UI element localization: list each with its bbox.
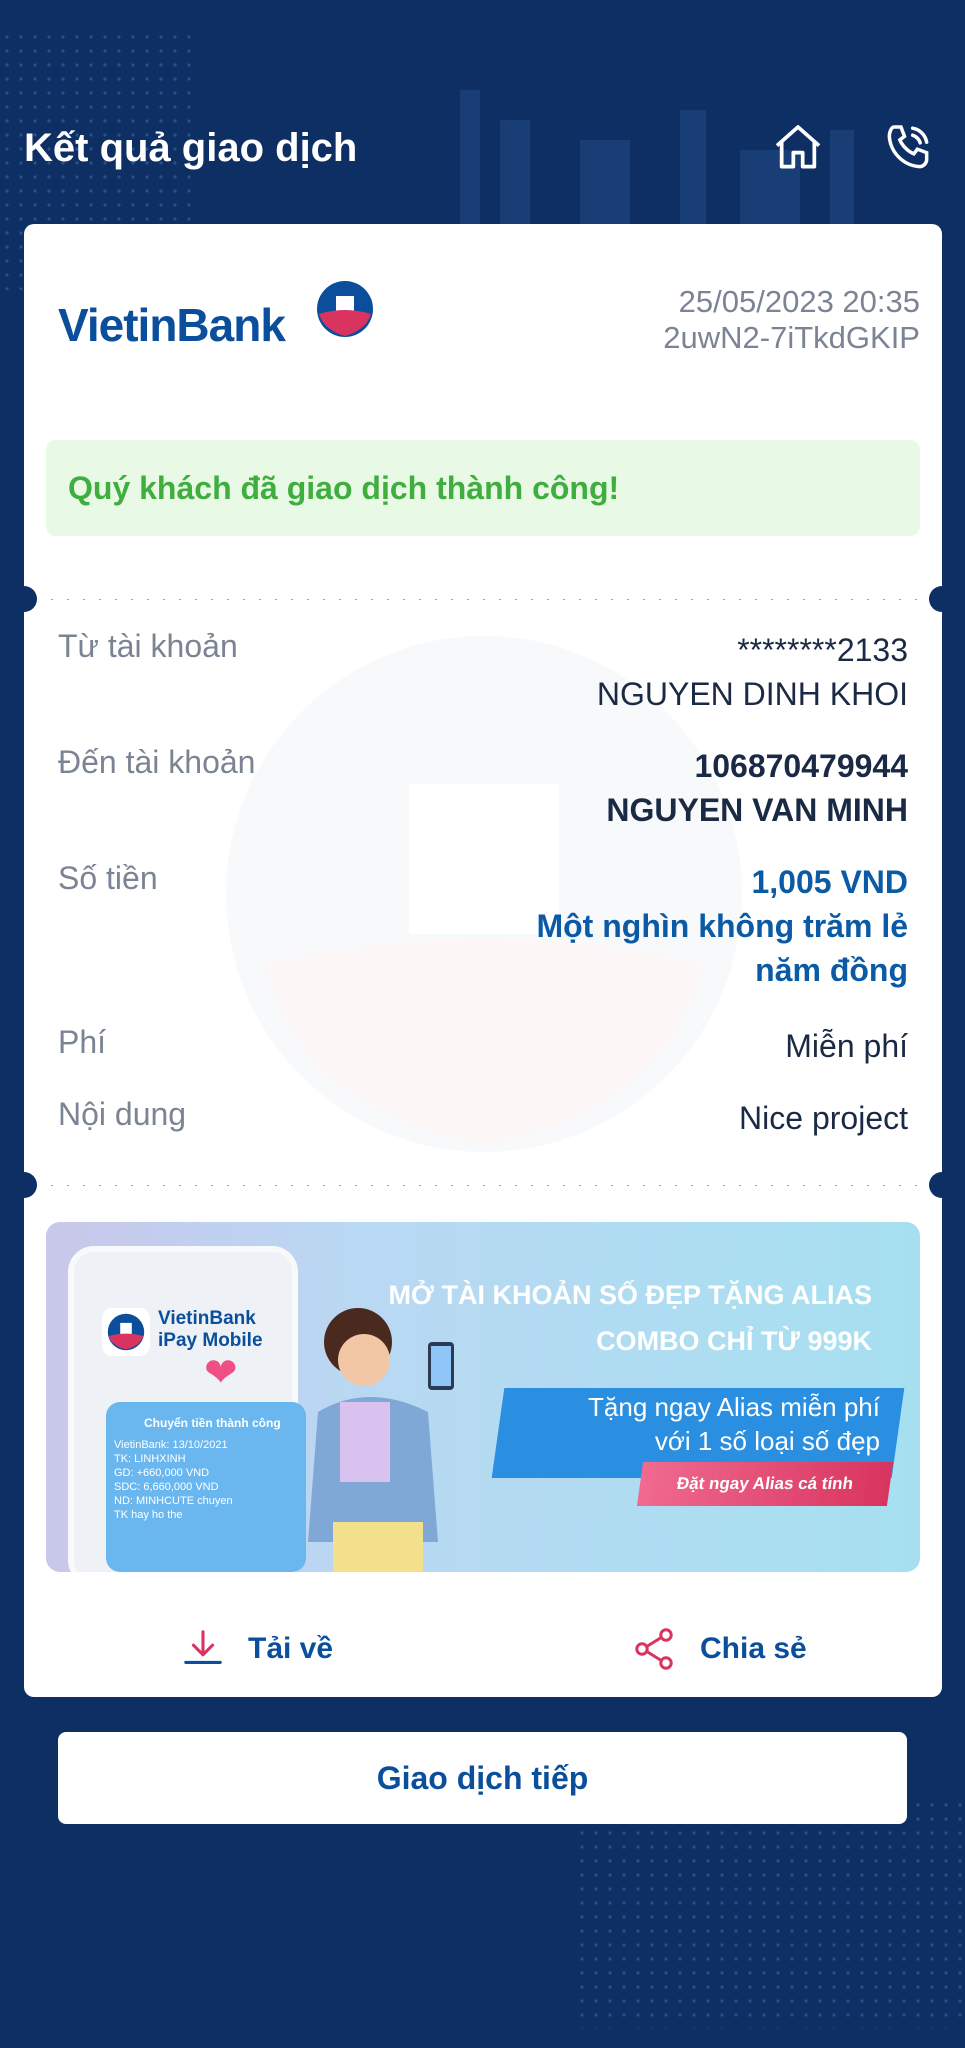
page-title: Kết quả giao dịch bbox=[24, 126, 358, 170]
promo-cta-button[interactable]: Đặt ngay Alias cá tính bbox=[636, 1462, 894, 1506]
amount-in-words-line1: Một nghìn không trăm lẻ bbox=[536, 908, 908, 944]
vietinbank-logo-mark bbox=[107, 1313, 145, 1351]
to-account-label: Đến tài khoản bbox=[58, 744, 256, 780]
phone-msg-line: VietinBank: 13/10/2021 bbox=[114, 1439, 228, 1451]
phone-msg-line: SDC: 6,660,000 VND bbox=[114, 1481, 219, 1493]
promo-offer-line1: Tặng ngay Alias miễn phí bbox=[588, 1392, 880, 1422]
promo-offer-line2: với 1 số loại số đẹp bbox=[654, 1426, 880, 1456]
phone-msg-line: ND: MINHCUTE chuyen bbox=[114, 1495, 233, 1507]
amount-in-words-line2: năm đồng bbox=[755, 952, 908, 988]
amount-row: Số tiền 1,005 VND Một nghìn không trăm l… bbox=[58, 860, 908, 1000]
to-account-row: Đến tài khoản 106870479944 NGUYEN VAN MI… bbox=[58, 744, 908, 834]
promo-headline-line2: COMBO CHỈ TỪ 999K bbox=[596, 1326, 872, 1356]
app-header: Kết quả giao dịch bbox=[0, 110, 965, 190]
promo-banner[interactable]: VietinBank iPay Mobile Chuyển tiền thành… bbox=[46, 1222, 920, 1572]
amount-label: Số tiền bbox=[58, 860, 158, 896]
download-icon bbox=[184, 1630, 222, 1664]
phone-msg-title: Chuyển tiền thành công bbox=[144, 1416, 281, 1430]
to-account-name: NGUYEN VAN MINH bbox=[606, 792, 908, 828]
to-account-number: 106870479944 bbox=[694, 748, 908, 784]
vietinbank-logo: VietinBank bbox=[58, 280, 373, 360]
share-label: Chia sẻ bbox=[700, 1632, 807, 1665]
to-account-value: 106870479944 NGUYEN VAN MINH bbox=[606, 744, 908, 832]
share-button[interactable]: Chia sẻ bbox=[630, 1614, 807, 1684]
background-dots bbox=[575, 1798, 965, 2028]
content-value: Nice project bbox=[739, 1100, 908, 1136]
heart-icon: ❤ bbox=[204, 1351, 238, 1395]
from-account-number: ********2133 bbox=[737, 632, 908, 668]
phone-brand-line2: iPay Mobile bbox=[158, 1330, 263, 1351]
transaction-datetime: 25/05/2023 20:35 bbox=[678, 284, 920, 319]
share-icon bbox=[635, 1628, 673, 1670]
from-account-row: Từ tài khoản ********2133 NGUYEN DINH KH… bbox=[58, 628, 908, 718]
promo-headline-line1: MỞ TÀI KHOẢN SỐ ĐẸP TẶNG ALIAS bbox=[388, 1280, 872, 1310]
from-account-name: NGUYEN DINH KHOI bbox=[596, 676, 908, 712]
perforation-divider bbox=[24, 584, 942, 614]
from-account-label: Từ tài khoản bbox=[58, 628, 238, 664]
content-label: Nội dung bbox=[58, 1096, 187, 1132]
fee-row: Phí Miễn phí bbox=[58, 1024, 908, 1070]
vietinbank-logo-mark bbox=[317, 281, 373, 337]
phone-msg-line: TK hay ho the bbox=[114, 1509, 183, 1521]
promo-headline: MỞ TÀI KHOẢN SỐ ĐẸP TẶNG ALIAS COMBO CHỈ… bbox=[388, 1272, 872, 1364]
call-button[interactable] bbox=[880, 120, 940, 180]
phone-brand-line1: VietinBank bbox=[158, 1308, 256, 1329]
brand-name: VietinBank bbox=[58, 299, 286, 351]
phone-notification: Chuyển tiền thành công VietinBank: 13/10… bbox=[106, 1402, 306, 1572]
home-button[interactable] bbox=[770, 120, 830, 180]
home-icon bbox=[775, 125, 821, 169]
phone-mockup: VietinBank iPay Mobile Chuyển tiền thành… bbox=[68, 1246, 306, 1572]
amount-number: 1,005 VND bbox=[751, 864, 908, 900]
content-row: Nội dung Nice project bbox=[58, 1096, 908, 1142]
perforation-divider bbox=[24, 1170, 942, 1200]
amount-value: 1,005 VND Một nghìn không trăm lẻ năm đồ… bbox=[536, 860, 908, 992]
phone-brand: VietinBank iPay Mobile bbox=[158, 1308, 263, 1352]
fee-label: Phí bbox=[58, 1024, 107, 1060]
promo-offer-text: Tặng ngay Alias miễn phí với 1 số loại s… bbox=[588, 1390, 880, 1458]
success-banner: Quý khách đã giao dịch thành công! bbox=[46, 440, 920, 536]
vietinbank-app-icon bbox=[102, 1308, 150, 1356]
phone-msg-line: GD: +660,000 VND bbox=[114, 1467, 210, 1479]
download-label: Tải về bbox=[248, 1632, 334, 1665]
fee-value: Miễn phí bbox=[785, 1028, 908, 1064]
download-button[interactable]: Tải về bbox=[180, 1614, 333, 1684]
from-account-value: ********2133 NGUYEN DINH KHOI bbox=[597, 628, 908, 716]
transaction-receipt-card: VietinBank 25/05/2023 20:35 2uwN2-7iTkdG… bbox=[24, 224, 942, 1697]
transaction-code: 2uwN2-7iTkdGKIP bbox=[663, 320, 920, 355]
next-transaction-button[interactable]: Giao dịch tiếp bbox=[58, 1732, 907, 1824]
phone-call-icon bbox=[887, 125, 929, 169]
phone-msg-line: TK: LINHXINH bbox=[114, 1453, 186, 1465]
transaction-meta: 25/05/2023 20:35 2uwN2-7iTkdGKIP bbox=[663, 284, 920, 356]
